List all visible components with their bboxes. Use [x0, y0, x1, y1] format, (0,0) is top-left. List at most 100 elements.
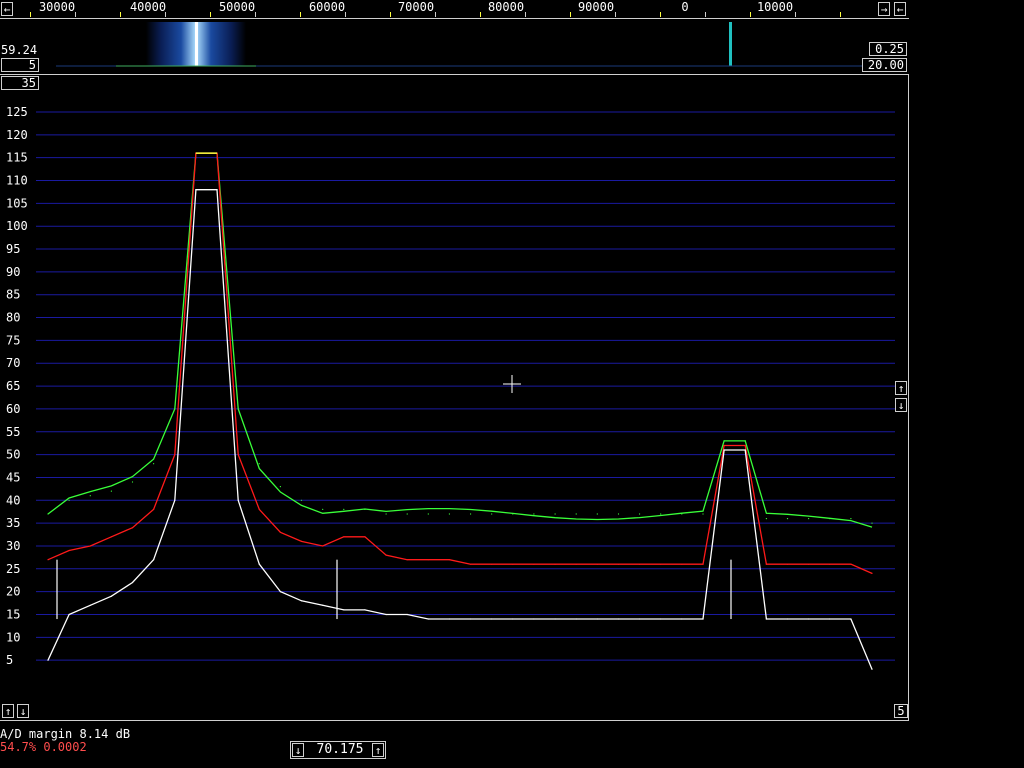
white-trace-point — [153, 559, 155, 561]
green-trace-point — [765, 518, 768, 520]
red-trace-point — [237, 454, 239, 456]
red-trace-point — [470, 563, 472, 565]
red-trace-point — [871, 572, 873, 574]
white-trace-point — [681, 618, 683, 620]
frequency-tick — [30, 12, 31, 17]
white-trace-point — [533, 618, 535, 620]
y-tick-label: 125 — [6, 105, 28, 119]
arrow-right-icon: → — [880, 3, 888, 16]
red-trace-point — [575, 563, 577, 565]
red-trace-point — [131, 527, 134, 529]
center-frequency-value: 70.175 — [316, 742, 364, 757]
spectrum-chart[interactable]: 1251201151101051009590858075706560555045… — [0, 75, 909, 721]
red-trace-point — [723, 444, 725, 447]
y-tick-label: 120 — [6, 128, 28, 142]
waterfall-right-bottom-box[interactable]: 20.00 — [862, 58, 907, 72]
green-trace-point — [89, 495, 91, 497]
y-tick-label: 20 — [6, 585, 20, 599]
y-tick-label: 25 — [6, 562, 20, 576]
green-trace-point — [364, 508, 366, 510]
frequency-tick — [390, 12, 391, 17]
white-trace-point — [512, 618, 514, 620]
center-freq-up-button[interactable]: ↑ — [372, 743, 384, 757]
red-trace-point — [744, 444, 746, 447]
scroll-left-button[interactable]: ← — [1, 2, 13, 16]
frequency-tick — [570, 12, 571, 17]
green-trace-point — [744, 440, 746, 442]
scroll-right-button[interactable]: → — [878, 2, 890, 16]
green-trace-point — [681, 513, 683, 515]
white-trace-point — [829, 618, 831, 620]
white-trace-point — [427, 618, 429, 620]
green-trace-point — [575, 513, 577, 515]
red-trace-point — [765, 563, 768, 565]
scale-down-button[interactable]: ↓ — [895, 398, 907, 412]
frequency-label: 30000 — [38, 0, 76, 14]
red-trace-point — [596, 563, 598, 565]
y-tick-label: 45 — [6, 470, 20, 484]
green-trace-point — [174, 408, 176, 410]
green-trace-point — [512, 513, 514, 515]
white-trace-point — [258, 563, 260, 565]
green-trace-point — [723, 440, 725, 442]
y-tick-label: 70 — [6, 356, 20, 370]
white-trace — [47, 189, 873, 670]
frequency-label: 60000 — [308, 0, 346, 14]
arrow-down-icon: ↓ — [19, 705, 27, 718]
red-trace-point — [554, 563, 556, 565]
frequency-tick — [120, 12, 121, 17]
green-trace-point — [279, 486, 281, 488]
white-trace-point — [744, 449, 746, 451]
green-trace-point — [153, 463, 155, 465]
percent-status: 54.7% 0.0002 — [0, 740, 87, 754]
frequency-scale: 30000 40000 50000 60000 70000 80000 90000 0 1000… — [14, 0, 878, 17]
arrow-left-icon: ← — [3, 3, 11, 16]
bottom-up-button[interactable]: ↑ — [2, 704, 14, 718]
center-freq-down-button[interactable]: ↓ — [292, 743, 304, 757]
frequency-tick — [75, 12, 76, 17]
green-trace-point — [786, 518, 789, 520]
red-trace-point — [660, 563, 662, 565]
white-trace-point — [723, 449, 725, 451]
waterfall-peak-main-core — [195, 22, 198, 66]
frequency-tick — [255, 12, 256, 17]
red-trace-point — [110, 536, 112, 538]
frequency-tick — [480, 12, 481, 17]
green-trace-point — [343, 508, 345, 510]
white-trace-point — [237, 499, 239, 501]
green-trace-point — [448, 513, 450, 515]
green-trace-point — [808, 518, 810, 520]
scale-up-button[interactable]: ↑ — [895, 381, 907, 395]
green-trace-point — [110, 490, 112, 492]
white-trace-point — [765, 618, 768, 620]
red-trace-point — [702, 563, 704, 565]
y-tick-label: 15 — [6, 607, 20, 621]
waterfall-right-top-box[interactable]: 0.25 — [869, 42, 907, 56]
red-trace-point — [808, 563, 810, 565]
red-trace-point — [364, 536, 366, 538]
y-tick-label: 40 — [6, 493, 20, 507]
y-tick-label: 95 — [6, 242, 20, 256]
waterfall-left-box[interactable]: 5 — [1, 58, 39, 72]
waterfall-peak-secondary — [729, 22, 732, 66]
scroll-left-button-2[interactable]: ← — [894, 2, 906, 16]
frequency-label: 90000 — [577, 0, 615, 14]
y-tick-label: 5 — [6, 653, 13, 667]
white-trace-point — [47, 659, 49, 661]
y-tick-label: 60 — [6, 402, 20, 416]
frequency-tick — [435, 12, 436, 17]
frequency-tick — [795, 12, 796, 17]
green-trace-point — [491, 513, 493, 515]
green-trace-point — [533, 513, 535, 515]
waterfall-display[interactable] — [56, 22, 896, 70]
green-trace-point — [660, 513, 662, 515]
bottom-down-button[interactable]: ↓ — [17, 704, 29, 718]
green-trace-point — [322, 508, 324, 510]
green-trace-point — [596, 513, 598, 515]
crosshair-icon — [503, 375, 521, 393]
y-tick-label: 105 — [6, 196, 28, 210]
y-tick-label: 65 — [6, 379, 20, 393]
green-trace-point — [258, 463, 260, 465]
red-trace-point — [300, 540, 303, 542]
spectrum-bottom-right-box[interactable]: 5 — [894, 704, 908, 718]
